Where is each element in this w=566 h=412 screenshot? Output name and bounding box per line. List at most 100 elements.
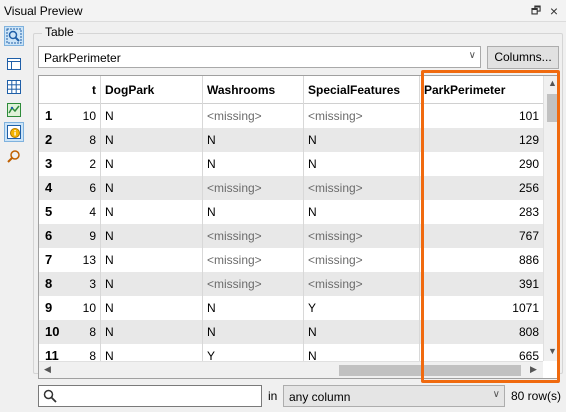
cell-parkperimeter: 391 [518,277,539,291]
cell-dogpark: N [101,176,203,200]
table-row[interactable]: 5 4 N N N 283 [39,200,559,224]
cell-t: 13 [61,248,101,272]
row-index: 2 [45,132,53,147]
table-row[interactable]: 7 13 N <missing> <missing> 886 [39,248,559,272]
header-t[interactable]: t [39,76,101,104]
search-icon [43,389,57,403]
row-index: 10 [45,324,60,339]
cell-specialfeatures: <missing> [304,248,420,272]
cell-parkperimeter: 767 [518,229,539,243]
cell-parkperimeter: 101 [518,109,539,123]
cell-t: 9 [61,224,101,248]
header-washrooms[interactable]: Washrooms [203,76,304,104]
cell-dogpark: N [101,128,203,152]
zoom-fit-icon [6,28,22,44]
float-window-icon[interactable]: 🗗 [528,3,544,19]
cell-specialfeatures: <missing> [304,104,420,128]
table-row[interactable]: 2 8 N N N 129 [39,128,559,152]
window-title: Visual Preview [4,4,83,18]
vertical-scroll-thumb[interactable] [547,94,558,122]
vertical-scrollbar[interactable]: ▲ ▼ [543,76,559,361]
table-row[interactable]: 8 3 N <missing> <missing> 391 [39,272,559,296]
cell-t: 3 [61,272,101,296]
cell-washrooms: <missing> [203,248,304,272]
scroll-up-icon[interactable]: ▲ [544,78,559,88]
search-input[interactable] [38,385,262,407]
cell-parkperimeter: 808 [518,325,539,339]
table-row[interactable]: 4 6 N <missing> <missing> 256 [39,176,559,200]
chevron-down-icon: ∨ [468,50,476,61]
cell-t: 2 [61,152,101,176]
cell-dogpark: N [101,248,203,272]
table-row[interactable]: 9 10 N N Y 1071 [39,296,559,320]
cell-specialfeatures: N [304,152,420,176]
row-index: 7 [45,252,53,267]
cell-washrooms: <missing> [203,176,304,200]
cell-washrooms: <missing> [203,104,304,128]
cell-t: 10 [61,104,101,128]
table-row[interactable]: 1 10 N <missing> <missing> 101 [39,104,559,128]
cell-dogpark: N [101,200,203,224]
cell-washrooms: N [203,200,304,224]
cell-parkperimeter: 886 [518,253,539,267]
cell-washrooms: N [203,296,304,320]
cell-washrooms: N [203,152,304,176]
columns-button[interactable]: Columns... [487,46,559,69]
table-selector-value: ParkPerimeter [44,51,121,65]
header-specialfeatures[interactable]: SpecialFeatures [304,76,420,104]
header-dogpark[interactable]: DogPark [101,76,203,104]
side-toolbar [0,23,28,412]
cell-parkperimeter: 1071 [512,301,539,315]
cell-specialfeatures: Y [304,296,420,320]
row-index: 9 [45,300,53,315]
cell-parkperimeter: 129 [518,133,539,147]
feature-info-button[interactable] [4,122,24,142]
feature-info-icon [7,125,21,139]
cell-dogpark: N [101,224,203,248]
map-view-button[interactable] [4,100,24,120]
header-parkperimeter[interactable]: ParkPerimeter [420,76,543,104]
horizontal-scroll-thumb[interactable] [339,365,521,376]
table-view-icon [7,58,21,70]
in-label: in [268,389,278,403]
cell-specialfeatures: <missing> [304,224,420,248]
table-group-label: Table [42,25,77,39]
cell-t: 10 [61,296,101,320]
row-index: 6 [45,228,53,243]
cell-dogpark: N [101,152,203,176]
cell-specialfeatures: <missing> [304,272,420,296]
zoom-fit-button[interactable] [4,26,24,46]
row-index: 3 [45,156,53,171]
cell-parkperimeter: 290 [518,157,539,171]
table-header: t DogPark Washrooms SpecialFeatures Park… [39,76,559,104]
table-view-button[interactable] [4,54,24,74]
table-selector[interactable]: ParkPerimeter ∨ [38,46,481,68]
row-index: 4 [45,180,53,195]
chevron-down-icon: ∨ [492,389,500,400]
table-row[interactable]: 3 2 N N N 290 [39,152,559,176]
scroll-down-icon[interactable]: ▼ [544,346,559,356]
column-filter-value: any column [289,390,351,404]
cell-dogpark: N [101,320,203,344]
grid-view-button[interactable] [4,77,24,97]
cell-dogpark: N [101,296,203,320]
cell-specialfeatures: N [304,128,420,152]
row-index: 1 [45,108,53,123]
inspect-button[interactable] [4,146,24,166]
scroll-right-icon[interactable]: ▶ [525,364,542,375]
cell-t: 8 [61,320,101,344]
window-titlebar: Visual Preview 🗗 × [0,0,566,22]
map-view-icon [7,103,21,117]
table-row[interactable]: 10 8 N N N 808 [39,320,559,344]
cell-specialfeatures: N [304,320,420,344]
scroll-left-icon[interactable]: ◀ [39,364,56,375]
data-table[interactable]: t DogPark Washrooms SpecialFeatures Park… [38,75,560,379]
horizontal-scrollbar[interactable]: ◀ ▶ [39,361,543,378]
close-icon[interactable]: × [546,3,562,19]
cell-parkperimeter: 283 [518,205,539,219]
cell-dogpark: N [101,104,203,128]
table-row[interactable]: 6 9 N <missing> <missing> 767 [39,224,559,248]
inspect-icon [7,150,20,163]
column-filter-select[interactable]: any column ∨ [283,385,505,407]
row-index: 8 [45,276,53,291]
